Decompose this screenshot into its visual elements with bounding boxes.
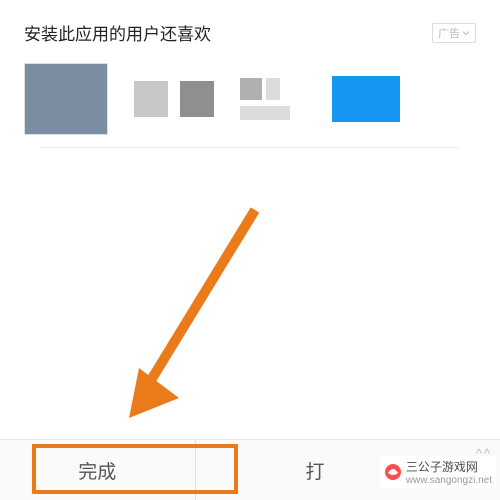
recommendation-thumbs bbox=[24, 63, 476, 135]
annotation-arrow bbox=[105, 200, 285, 430]
page-root: 安装此应用的用户还喜欢 广告 bbox=[0, 0, 500, 500]
recommendations-section: 安装此应用的用户还喜欢 广告 bbox=[0, 0, 500, 148]
section-header: 安装此应用的用户还喜欢 广告 bbox=[24, 20, 476, 45]
thumb-item[interactable] bbox=[180, 81, 214, 117]
done-button[interactable]: 完成 bbox=[0, 440, 195, 500]
open-button-label: 打 bbox=[306, 457, 325, 484]
watermark: 三公子游戏网 www.sangongzi.net bbox=[380, 456, 496, 488]
ad-badge[interactable]: 广告 bbox=[432, 23, 476, 43]
ad-label: 广告 bbox=[438, 25, 460, 41]
thumb-item[interactable] bbox=[24, 63, 108, 135]
watermark-brand: 三公子游戏网 bbox=[406, 458, 492, 475]
thumb-item[interactable] bbox=[240, 78, 290, 120]
watermark-text-wrap: 三公子游戏网 www.sangongzi.net bbox=[406, 458, 492, 486]
done-button-label: 完成 bbox=[78, 457, 116, 484]
divider bbox=[40, 147, 460, 148]
section-title: 安装此应用的用户还喜欢 bbox=[24, 20, 211, 45]
chevron-down-icon bbox=[462, 29, 470, 37]
watermark-logo-icon bbox=[384, 463, 402, 481]
thumb-item[interactable] bbox=[332, 76, 400, 122]
thumb-item[interactable] bbox=[134, 81, 168, 117]
watermark-url: www.sangongzi.net bbox=[406, 475, 492, 486]
